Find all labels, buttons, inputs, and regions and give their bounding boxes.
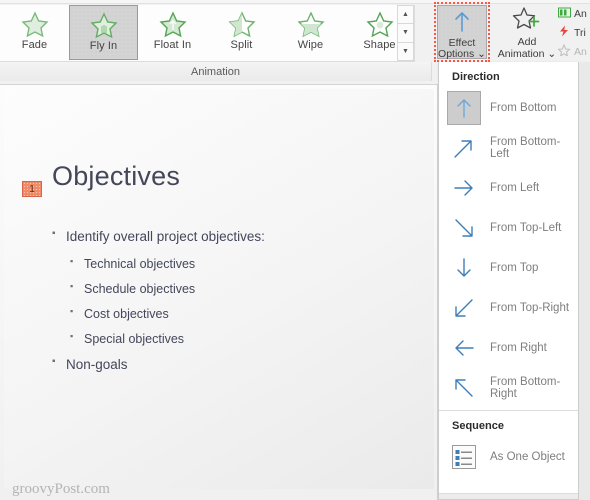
menu-item-from-right[interactable]: From Right	[439, 328, 578, 368]
star-floatin-icon	[158, 10, 188, 38]
effect-options-dropdown-menu[interactable]: Direction From Bottom From Bottom-Left F…	[438, 62, 579, 500]
animation-effect-label: Shape	[363, 39, 396, 51]
bullet-item: Schedule objectives	[52, 281, 412, 296]
animation-painter-label: An	[574, 45, 587, 58]
animation-order-badge[interactable]: 1	[22, 181, 42, 197]
add-animation-label-line2: Animation ⌄	[497, 47, 557, 60]
menu-item-from-bottom[interactable]: From Bottom	[439, 88, 578, 128]
arrow-down-icon	[447, 251, 481, 285]
menu-item-from-top-left[interactable]: From Top-Left	[439, 208, 578, 248]
trigger-label: Tri	[574, 26, 586, 39]
animation-effect-fly-in[interactable]: Fly In	[69, 5, 138, 60]
window-right-edge	[579, 62, 590, 500]
menu-item-from-top[interactable]: From Top	[439, 248, 578, 288]
menu-item-from-top-right[interactable]: From Top-Right	[439, 288, 578, 328]
animation-effect-label: Float In	[153, 39, 192, 51]
star-flyin-icon	[89, 11, 119, 39]
menu-item-label: From Bottom-Right	[490, 376, 561, 400]
bullet-item: Technical objectives	[52, 256, 412, 271]
watermark: groovyPost.com	[12, 481, 110, 497]
animation-effect-fade[interactable]: Fade	[0, 5, 69, 60]
star-shape-icon	[365, 10, 395, 38]
trigger-icon	[558, 25, 571, 40]
trigger-command[interactable]: Tri	[558, 23, 590, 42]
slide-editing-area[interactable]: 1 Objectives Identify overall project ob…	[0, 85, 438, 500]
menu-item-label: From Bottom	[490, 102, 557, 114]
animation-pane-icon	[558, 7, 571, 21]
advanced-animation-commands: An Tri An	[558, 4, 590, 62]
menu-item-label: From Top-Right	[490, 302, 570, 314]
effect-options-highlight: Effect Options ⌄	[434, 2, 490, 62]
animation-effect-float-in[interactable]: Float In	[138, 5, 207, 60]
arrow-down-right-icon	[447, 211, 481, 245]
animation-gallery[interactable]: Fade Fly In Float In Split Wipe Shape ▲ …	[0, 5, 415, 62]
arrow-up-icon	[447, 91, 481, 125]
arrow-left-icon	[447, 331, 481, 365]
as-one-object-icon	[447, 440, 481, 474]
menu-item-label: From Right	[490, 342, 547, 354]
slide-canvas[interactable]: 1 Objectives Identify overall project ob…	[4, 89, 434, 497]
star-fade-icon	[20, 10, 50, 38]
menu-item-from-bottom-right[interactable]: From Bottom-Right	[439, 368, 578, 408]
star-plus-icon	[512, 6, 542, 37]
menu-item-as-one-object[interactable]: As One Object	[439, 437, 578, 477]
gallery-scroll-buttons[interactable]: ▲ ▼ ▼	[397, 5, 414, 61]
bullet-item: Identify overall project objectives:	[52, 228, 412, 244]
arrow-up-icon	[449, 9, 475, 38]
animation-painter-icon	[558, 43, 571, 59]
menu-item-label: From Top-Left	[490, 222, 562, 234]
bullet-item: Special objectives	[52, 331, 412, 346]
menu-item-label: As One Object	[490, 451, 565, 463]
scroll-down-icon[interactable]: ▼	[397, 23, 414, 43]
slide-body-placeholder[interactable]: Identify overall project objectives: Tec…	[52, 228, 412, 385]
animation-effect-wipe[interactable]: Wipe	[276, 5, 345, 60]
animation-painter-command: An	[558, 42, 590, 61]
animation-pane-label: An	[574, 7, 587, 20]
animation-effect-label: Fly In	[89, 40, 118, 52]
menu-item-label: From Left	[490, 182, 540, 194]
animation-effect-label: Wipe	[297, 39, 324, 51]
chevron-down-icon: ⌄	[547, 47, 557, 60]
animation-effect-label: Split	[230, 39, 253, 51]
animation-effect-label: Fade	[21, 39, 48, 51]
arrow-up-left-icon	[447, 371, 481, 405]
bullet-item: Cost objectives	[52, 306, 412, 321]
arrow-right-icon	[447, 171, 481, 205]
slide-title[interactable]: Objectives	[52, 161, 180, 192]
arrow-down-left-icon	[447, 291, 481, 325]
sequence-section-header: Sequence	[452, 420, 504, 432]
menu-item-label: From Top	[490, 262, 539, 274]
arrow-up-right-icon	[447, 131, 481, 165]
scroll-up-icon[interactable]: ▲	[397, 5, 414, 25]
direction-section-header: Direction	[452, 71, 500, 83]
chevron-down-icon: ⌄	[477, 48, 486, 60]
more-gallery-icon[interactable]: ▼	[397, 41, 414, 61]
menu-bottom-edge	[439, 493, 578, 499]
add-animation-button[interactable]: Add Animation ⌄	[497, 3, 557, 61]
effect-options-label-line2: Options ⌄	[438, 48, 486, 60]
animation-pane-command[interactable]: An	[558, 4, 590, 23]
bullet-item: Non-goals	[52, 356, 412, 372]
animation-effect-split[interactable]: Split	[207, 5, 276, 60]
menu-item-from-bottom-left[interactable]: From Bottom-Left	[439, 128, 578, 168]
effect-options-button[interactable]: Effect Options ⌄	[437, 5, 487, 60]
menu-item-label: From Bottom-Left	[490, 136, 561, 160]
animation-group-label: Animation	[0, 62, 432, 81]
star-split-icon	[227, 10, 257, 38]
menu-item-from-left[interactable]: From Left	[439, 168, 578, 208]
star-wipe-icon	[296, 10, 326, 38]
